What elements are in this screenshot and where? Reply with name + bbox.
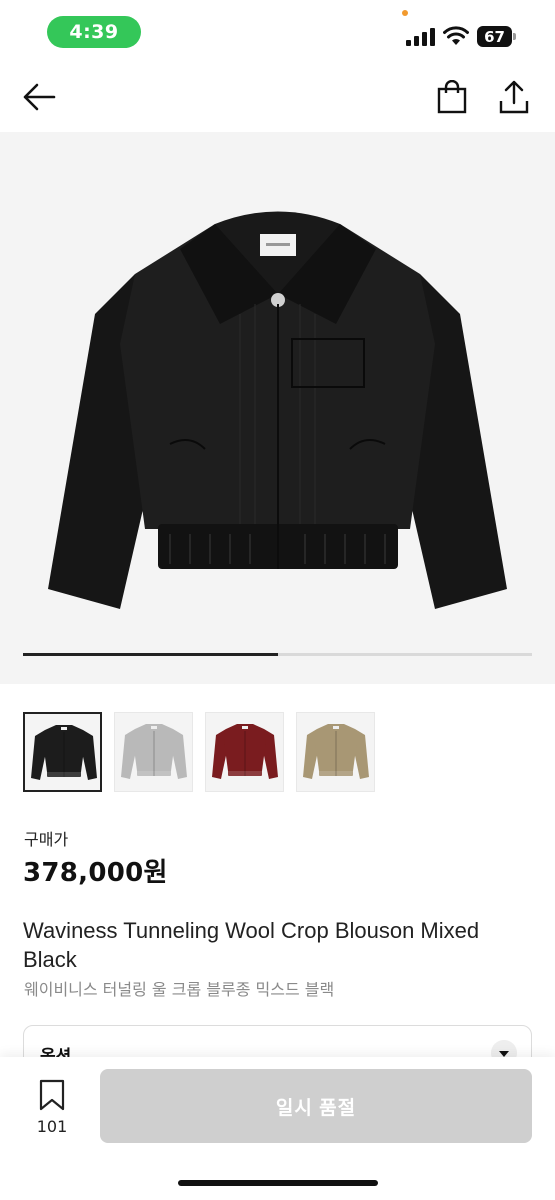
thumbnail-image bbox=[31, 725, 97, 780]
gallery-progress-fill bbox=[23, 653, 278, 656]
color-thumbnail-grey[interactable] bbox=[114, 712, 193, 792]
bookmark-icon bbox=[39, 1079, 65, 1111]
arrow-left-icon[interactable] bbox=[22, 82, 56, 112]
color-thumbnail-beige[interactable] bbox=[296, 712, 375, 792]
color-thumbnail-burgundy[interactable] bbox=[205, 712, 284, 792]
bookmark-count: 101 bbox=[36, 1117, 68, 1136]
color-thumbnail-black[interactable] bbox=[23, 712, 102, 792]
product-subtitle: 웨이비니스 터널링 울 크롭 블루종 믹스드 블랙 bbox=[24, 980, 335, 999]
bottom-action-bar: 101 일시 품절 bbox=[0, 1057, 555, 1200]
product-image-gallery[interactable] bbox=[0, 132, 555, 684]
product-title: Waviness Tunneling Wool Crop Blouson Mix… bbox=[23, 918, 480, 972]
sold-out-button[interactable]: 일시 품절 bbox=[100, 1069, 532, 1143]
bookmark-button[interactable]: 101 bbox=[30, 1079, 74, 1139]
home-indicator[interactable] bbox=[178, 1180, 378, 1186]
cellular-signal-icon bbox=[406, 28, 435, 46]
battery-icon: 67 bbox=[477, 26, 517, 47]
status-bar: 4:39 67 bbox=[0, 0, 555, 62]
wifi-icon bbox=[443, 26, 469, 45]
gallery-progress-track bbox=[23, 653, 532, 656]
battery-level: 67 bbox=[477, 26, 512, 47]
share-icon[interactable] bbox=[499, 79, 529, 115]
product-image bbox=[48, 211, 507, 609]
shopping-bag-icon[interactable] bbox=[437, 80, 467, 114]
color-thumbnails bbox=[23, 712, 375, 792]
thumbnail-image bbox=[121, 724, 187, 779]
status-time: 4:39 bbox=[47, 16, 141, 48]
top-nav bbox=[0, 62, 555, 132]
price-label: 구매가 bbox=[24, 830, 69, 849]
thumbnail-image bbox=[212, 724, 278, 779]
privacy-indicator-dot bbox=[402, 10, 408, 16]
thumbnail-image bbox=[303, 724, 369, 779]
price: 378,000원 bbox=[23, 858, 168, 888]
